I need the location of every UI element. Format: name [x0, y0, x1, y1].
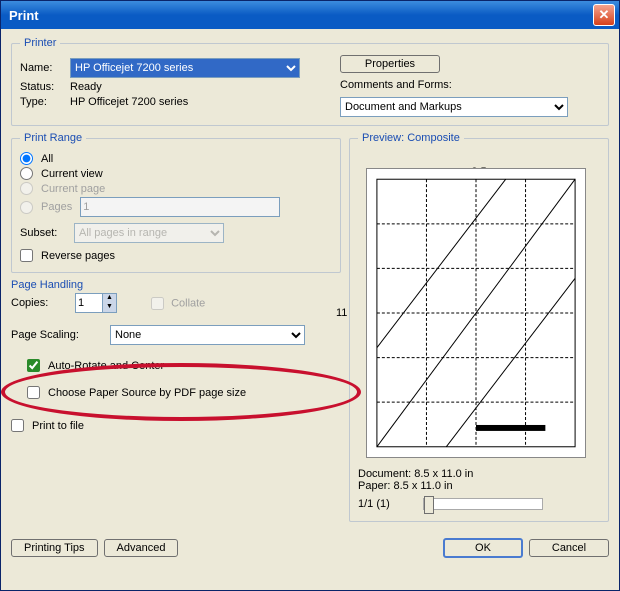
print-range-group: Print Range All Current view Current pag…: [11, 132, 341, 273]
preview-progress: 1/1 (1): [358, 498, 390, 510]
print-dialog: Print ✕ Printer Name: HP Officejet 7200 …: [0, 0, 620, 591]
preview-paper-size: Paper: 8.5 x 11.0 in: [358, 480, 600, 492]
reverse-pages-label: Reverse pages: [41, 250, 115, 262]
page-handling-group: Page Handling Copies: ▲ ▼ Collat: [11, 279, 341, 399]
advanced-button[interactable]: Advanced: [104, 539, 179, 557]
print-to-file-label: Print to file: [32, 420, 84, 432]
status-value: Ready: [70, 81, 102, 93]
print-to-file-checkbox[interactable]: [11, 419, 24, 432]
printer-group: Printer Name: HP Officejet 7200 series S…: [11, 37, 609, 126]
preview-slider[interactable]: [423, 498, 543, 510]
preview-group: Preview: Composite 8.5 11: [349, 132, 609, 522]
scaling-label: Page Scaling:: [11, 329, 106, 341]
collate-checkbox: [151, 297, 164, 310]
spinner-up-icon[interactable]: ▲: [102, 294, 116, 303]
range-current-view-label: Current view: [41, 168, 103, 180]
autorotate-checkbox[interactable]: [27, 359, 40, 372]
range-pages-radio: [20, 201, 33, 214]
range-pages-input: [80, 197, 280, 217]
cancel-button[interactable]: Cancel: [529, 539, 609, 557]
range-current-page-label: Current page: [41, 183, 105, 195]
comments-forms-select[interactable]: Document and Markups: [340, 97, 568, 117]
subset-select: All pages in range: [74, 223, 224, 243]
autorotate-label: Auto-Rotate and Center: [48, 360, 164, 372]
name-label: Name:: [20, 62, 70, 74]
collate-label: Collate: [171, 297, 205, 309]
titlebar: Print ✕: [1, 1, 619, 29]
type-label: Type:: [20, 96, 70, 108]
status-label: Status:: [20, 81, 70, 93]
choose-source-checkbox[interactable]: [27, 386, 40, 399]
copies-label: Copies:: [11, 297, 71, 309]
choose-source-label: Choose Paper Source by PDF page size: [48, 387, 246, 399]
preview-page: [366, 168, 586, 458]
print-range-legend: Print Range: [20, 132, 86, 144]
close-button[interactable]: ✕: [593, 4, 615, 26]
properties-button[interactable]: Properties: [340, 55, 440, 73]
range-current-view-radio[interactable]: [20, 167, 33, 180]
copies-input[interactable]: [76, 294, 102, 312]
range-all-radio[interactable]: [20, 152, 33, 165]
range-pages-label: Pages: [41, 201, 72, 213]
spinner-down-icon[interactable]: ▼: [102, 303, 116, 312]
copies-spinner[interactable]: ▲ ▼: [75, 293, 117, 313]
printer-legend: Printer: [20, 37, 60, 49]
comments-label: Comments and Forms:: [340, 79, 452, 91]
preview-legend: Preview: Composite: [358, 132, 464, 144]
preview-doc-size: Document: 8.5 x 11.0 in: [358, 468, 600, 480]
window-title: Print: [9, 8, 593, 23]
type-value: HP Officejet 7200 series: [70, 96, 188, 108]
printer-name-select[interactable]: HP Officejet 7200 series: [70, 58, 300, 78]
page-handling-legend: Page Handling: [11, 279, 341, 291]
subset-label: Subset:: [20, 227, 70, 239]
page-scaling-select[interactable]: None: [110, 325, 305, 345]
ok-button[interactable]: OK: [443, 538, 523, 558]
reverse-pages-checkbox[interactable]: [20, 249, 33, 262]
printing-tips-button[interactable]: Printing Tips: [11, 539, 98, 557]
range-all-label: All: [41, 153, 53, 165]
range-current-page-radio: [20, 182, 33, 195]
close-icon: ✕: [599, 7, 610, 23]
preview-height: 11: [336, 307, 347, 319]
